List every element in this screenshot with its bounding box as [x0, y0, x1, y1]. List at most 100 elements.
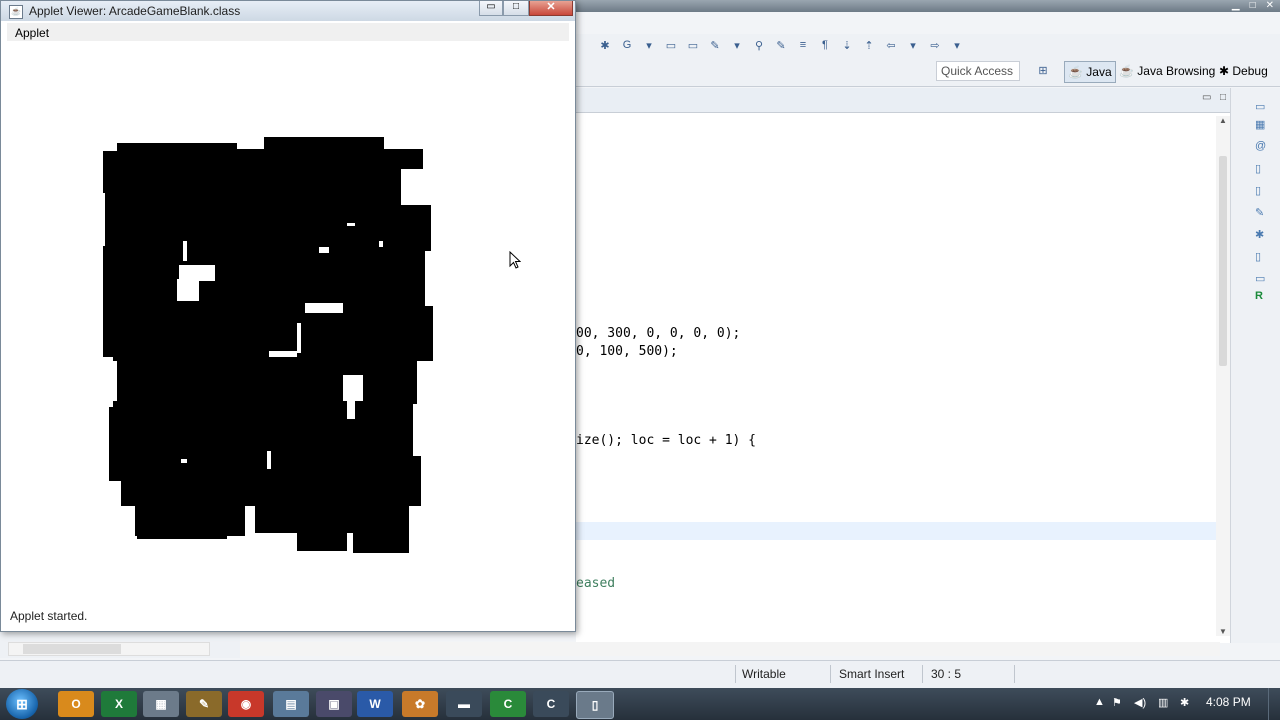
dropdown-icon[interactable]: ▾ [728, 38, 746, 52]
next-annotation-icon[interactable]: ⇣ [838, 38, 856, 52]
editor-minimize-icon[interactable]: ▭ [1202, 92, 1211, 103]
restore-icon[interactable]: ▭ [1255, 100, 1265, 113]
editor-vertical-scrollbar[interactable]: ▲ ▼ [1216, 116, 1230, 636]
applet-menubar: Applet [7, 23, 569, 41]
back-icon[interactable]: ⇦ [882, 38, 900, 52]
media-icon[interactable]: ▬ [446, 691, 482, 717]
game-gap [347, 223, 355, 226]
game-pixel-block [117, 143, 237, 163]
editor-maximize-icon[interactable]: □ [1220, 92, 1226, 103]
scroll-down-icon[interactable]: ▼ [1219, 627, 1227, 636]
perspective-browsing-label: Java Browsing [1137, 64, 1216, 78]
tray-expand-icon[interactable]: ▲ [1094, 696, 1105, 708]
run-icon[interactable]: G [618, 38, 636, 52]
maximize-button[interactable]: □ [503, 1, 529, 16]
code-line: 00, 300, 0, 0, 0, 0); [576, 326, 741, 341]
eclipse-minimize-button[interactable]: ▁ [1232, 0, 1240, 11]
code-line: 0, 100, 500); [576, 344, 678, 359]
menu-applet[interactable]: Applet [15, 26, 49, 40]
sync-icon[interactable]: ✱ [1180, 696, 1189, 709]
eclipse-toolbar: ✱ G ▾ ▭ ▭ ✎ ▾ ⚲ ✎ ≡ ¶ ⇣ ⇡ ⇦ ▾ ⇨ ▾ [576, 34, 1280, 56]
eclipse-maximize-button[interactable]: □ [1250, 0, 1256, 11]
game-pixel-block [137, 531, 227, 539]
open-perspective-icon[interactable]: ⊞ [1034, 63, 1052, 77]
folder-icon[interactable]: ▭ [684, 38, 702, 52]
perspective-java[interactable]: ☕ Java [1064, 61, 1116, 83]
outline-icon[interactable]: ▦ [1255, 118, 1265, 131]
debug-icon[interactable]: ✱ [596, 38, 614, 52]
flag-icon[interactable]: ⚑ [1112, 696, 1122, 709]
console-icon[interactable]: ▯ [1255, 250, 1261, 263]
r-icon[interactable]: R [1255, 290, 1263, 302]
gear-icon[interactable]: ✱ [1255, 228, 1264, 241]
word-icon[interactable]: W [357, 691, 393, 717]
tool-icon[interactable]: ✎ [186, 691, 222, 717]
back-dropdown-icon[interactable]: ▾ [904, 38, 922, 52]
game-gap [347, 399, 355, 419]
outlook-icon[interactable]: O [58, 691, 94, 717]
applet-canvas[interactable] [7, 41, 569, 607]
game-pixel-block [109, 401, 413, 461]
scrollbar-thumb[interactable] [23, 644, 121, 654]
game-gap [267, 451, 271, 469]
highlight-icon[interactable]: ✎ [772, 38, 790, 52]
open-folder-icon[interactable]: ▭ [662, 38, 680, 52]
problems-icon[interactable]: ▯ [1255, 184, 1261, 197]
editor-horizontal-scrollbar[interactable] [240, 642, 1220, 656]
javadoc-icon[interactable]: @ [1255, 140, 1266, 152]
paint-icon[interactable]: ✿ [402, 691, 438, 717]
forward-icon[interactable]: ⇨ [926, 38, 944, 52]
quick-access-input[interactable]: Quick Access [936, 61, 1020, 81]
game-pixel-block [103, 246, 425, 311]
windows-taskbar: ⊞ O X ▦ ✎ ◉ ▤ ▣ W ✿ ▬ C C ▯ ▲ ⚑ ◀) ▥ ✱ 4… [0, 688, 1280, 720]
show-whitespace-icon[interactable]: ¶ [816, 38, 834, 52]
game-pixel-block [117, 359, 417, 404]
show-desktop-button[interactable] [1268, 688, 1280, 720]
excel-icon[interactable]: X [101, 691, 137, 717]
tasks-icon[interactable]: ✎ [1255, 206, 1264, 219]
scrollbar-thumb[interactable] [1219, 156, 1227, 366]
documents-icon[interactable]: ▯ [576, 691, 614, 719]
close-button[interactable]: ✕ [529, 1, 573, 16]
scroll-up-icon[interactable]: ▲ [1219, 116, 1227, 125]
declaration-icon[interactable]: ▯ [1255, 162, 1261, 175]
game-gap [183, 241, 187, 261]
eclipse-close-button[interactable]: ✕ [1266, 0, 1274, 11]
network-icon[interactable]: ▥ [1158, 696, 1168, 709]
code-editor[interactable]: ▭ □ 00, 300, 0, 0, 0, 0); 0, 100, 500); … [576, 88, 1230, 643]
calculator-icon[interactable]: ▦ [143, 691, 179, 717]
status-separator [922, 665, 923, 683]
minimize-button[interactable]: ▭ [479, 1, 503, 16]
game-pixel-block [135, 496, 245, 536]
applet-viewer-window: ☕ Applet Viewer: ArcadeGameBlank.class ▭… [0, 0, 576, 632]
applet-titlebar[interactable]: ☕ Applet Viewer: ArcadeGameBlank.class ▭… [1, 1, 575, 21]
game-gap [177, 279, 199, 301]
prev-annotation-icon[interactable]: ⇡ [860, 38, 878, 52]
visual-studio-icon[interactable]: ▣ [316, 691, 352, 717]
perspective-java-browsing[interactable]: ☕ Java Browsing [1116, 61, 1218, 81]
game-gap [269, 351, 297, 357]
game-gap [319, 247, 329, 253]
java-perspective-icon: ☕ [1068, 65, 1087, 79]
status-separator [830, 665, 831, 683]
notepad-icon[interactable]: ▤ [273, 691, 309, 717]
forward-dropdown-icon[interactable]: ▾ [948, 38, 966, 52]
volume-icon[interactable]: ◀) [1134, 696, 1146, 709]
green-app-icon[interactable]: C [490, 691, 526, 717]
brush-icon[interactable]: ✎ [706, 38, 724, 52]
block-icon[interactable]: ≡ [794, 38, 812, 52]
horizontal-scrollbar[interactable] [8, 642, 210, 656]
window-title: Applet Viewer: ArcadeGameBlank.class [29, 4, 241, 18]
chrome-icon[interactable]: ◉ [228, 691, 264, 717]
search-icon[interactable]: ⚲ [750, 38, 768, 52]
start-button[interactable]: ⊞ [6, 689, 38, 719]
dropdown-icon[interactable]: ▾ [640, 38, 658, 52]
game-gap [103, 357, 113, 407]
eclipse-window-controls: ▁ □ ✕ [1232, 0, 1274, 11]
java-icon: ☕ [9, 5, 23, 19]
game-gap [427, 251, 433, 301]
c-app-icon[interactable]: C [533, 691, 569, 717]
clock[interactable]: 4:08 PM [1206, 695, 1251, 709]
search-results-icon[interactable]: ▭ [1255, 272, 1265, 285]
perspective-debug[interactable]: ✱ Debug [1216, 61, 1271, 81]
